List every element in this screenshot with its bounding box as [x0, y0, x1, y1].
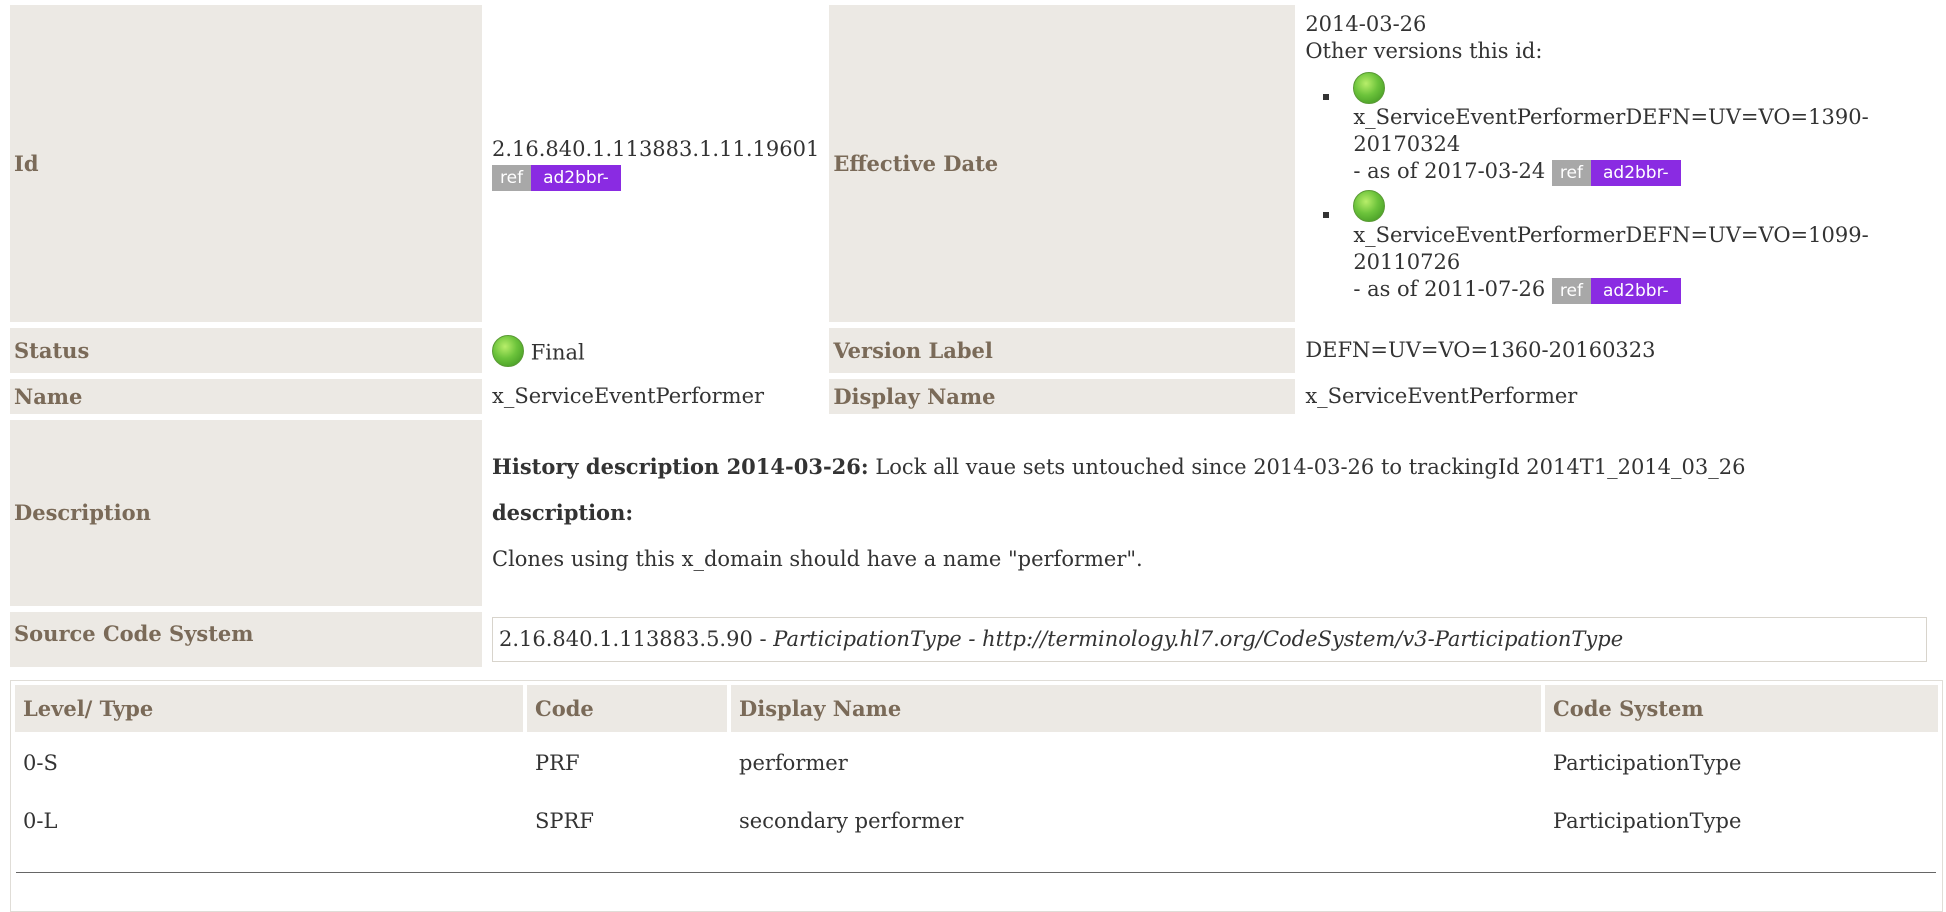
other-version-item: x_ServiceEventPerformerDEFN=UV=VO=1099-2…	[1323, 189, 1927, 304]
col-header-display-name: Display Name	[731, 685, 1541, 733]
status-final-icon	[1353, 189, 1386, 222]
version-label-label: Version Label	[829, 328, 1296, 373]
status-label: Status	[10, 328, 482, 373]
concept-list-panel: Level/ Type Code Display Name Code Syste…	[10, 680, 1943, 912]
col-header-code-system: Code System	[1545, 685, 1938, 733]
concept-code-system: ParticipationType	[1553, 751, 1742, 776]
project-tag[interactable]: ad2bbr-	[531, 164, 621, 191]
source-code-system-label: Source Code System	[10, 612, 482, 667]
description-text: Clones using this x_domain should have a…	[492, 546, 1143, 571]
status-value: Final	[530, 340, 585, 365]
source-code-system-box: 2.16.840.1.113883.5.90 - ParticipationTy…	[492, 616, 1927, 663]
source-url[interactable]: http://terminology.hl7.org/CodeSystem/v3…	[982, 627, 1623, 651]
description-heading-text: description:	[492, 500, 634, 526]
ref-tag[interactable]: ref	[1551, 159, 1591, 186]
other-versions-list: x_ServiceEventPerformerDEFN=UV=VO=1390-2…	[1305, 71, 1927, 304]
source-code-system-cell: 2.16.840.1.113883.5.90 - ParticipationTy…	[488, 612, 1931, 667]
valueset-metadata-table: Id 2.16.840.1.113883.1.11.19601 ref ad2bb…	[4, 0, 1937, 673]
project-tag[interactable]: ad2bbr-	[1590, 277, 1681, 304]
id-value: 2.16.840.1.113883.1.11.19601	[492, 137, 820, 162]
other-version-as-of: - as of 2011-07-26	[1353, 277, 1546, 302]
status-final-icon	[492, 334, 524, 367]
concept-level: 0-L	[23, 808, 58, 833]
section-divider	[16, 872, 1936, 873]
ref-tag[interactable]: ref	[492, 164, 532, 191]
table-row: 0-L SPRF secondary performer Participati…	[15, 794, 1938, 847]
history-text: Lock all vaue sets untouched since 2014-…	[875, 455, 1746, 480]
description-heading: description:	[492, 499, 1927, 527]
status-cell: Final	[488, 328, 824, 373]
project-tag[interactable]: ad2bbr-	[1590, 159, 1681, 186]
table-row: 0-S PRF performer ParticipationType	[15, 736, 1938, 789]
effective-date-label: Effective Date	[829, 5, 1296, 322]
other-version-as-of: - as of 2017-03-24	[1353, 159, 1546, 184]
history-heading: History description 2014-03-26:	[492, 454, 869, 480]
concept-level: 0-S	[23, 751, 58, 776]
name-value: x_ServiceEventPerformer	[488, 379, 824, 414]
concept-code: PRF	[535, 751, 580, 776]
concept-display-name: performer	[739, 751, 848, 776]
description-cell: History description 2014-03-26: Lock all…	[488, 420, 1931, 606]
name-label: Name	[10, 379, 482, 414]
other-versions-label: Other versions this id:	[1305, 39, 1543, 64]
source-sep: -	[961, 626, 983, 651]
status-final-icon	[1353, 71, 1386, 104]
other-version-item: x_ServiceEventPerformerDEFN=UV=VO=1390-2…	[1323, 71, 1927, 186]
concept-code: SPRF	[535, 808, 594, 833]
other-version-link[interactable]: x_ServiceEventPerformerDEFN=UV=VO=1390-2…	[1353, 105, 1868, 156]
id-value-cell: 2.16.840.1.113883.1.11.19601 ref ad2bbr-	[488, 5, 824, 322]
history-description: History description 2014-03-26: Lock all…	[492, 453, 1927, 481]
effective-date-value: 2014-03-26	[1305, 12, 1427, 36]
source-oid: 2.16.840.1.113883.5.90 -	[499, 626, 774, 651]
source-name: ParticipationType	[773, 626, 962, 651]
concept-table: Level/ Type Code Display Name Code Syste…	[11, 681, 1942, 851]
version-label-value: DEFN=UV=VO=1360-20160323	[1301, 328, 1931, 373]
col-header-level: Level/ Type	[15, 685, 523, 733]
effective-date-cell: 2014-03-26 Other versions this id: x_Ser…	[1301, 5, 1931, 322]
col-header-code: Code	[527, 685, 727, 733]
other-version-link[interactable]: x_ServiceEventPerformerDEFN=UV=VO=1099-2…	[1353, 223, 1868, 274]
ref-tag[interactable]: ref	[1551, 277, 1591, 304]
display-name-value: x_ServiceEventPerformer	[1301, 379, 1931, 414]
concept-header-row: Level/ Type Code Display Name Code Syste…	[15, 685, 1938, 733]
description-label: Description	[10, 420, 482, 606]
display-name-label: Display Name	[829, 379, 1296, 414]
concept-display-name: secondary performer	[739, 808, 964, 833]
id-label: Id	[10, 5, 482, 322]
concept-code-system: ParticipationType	[1553, 808, 1742, 833]
